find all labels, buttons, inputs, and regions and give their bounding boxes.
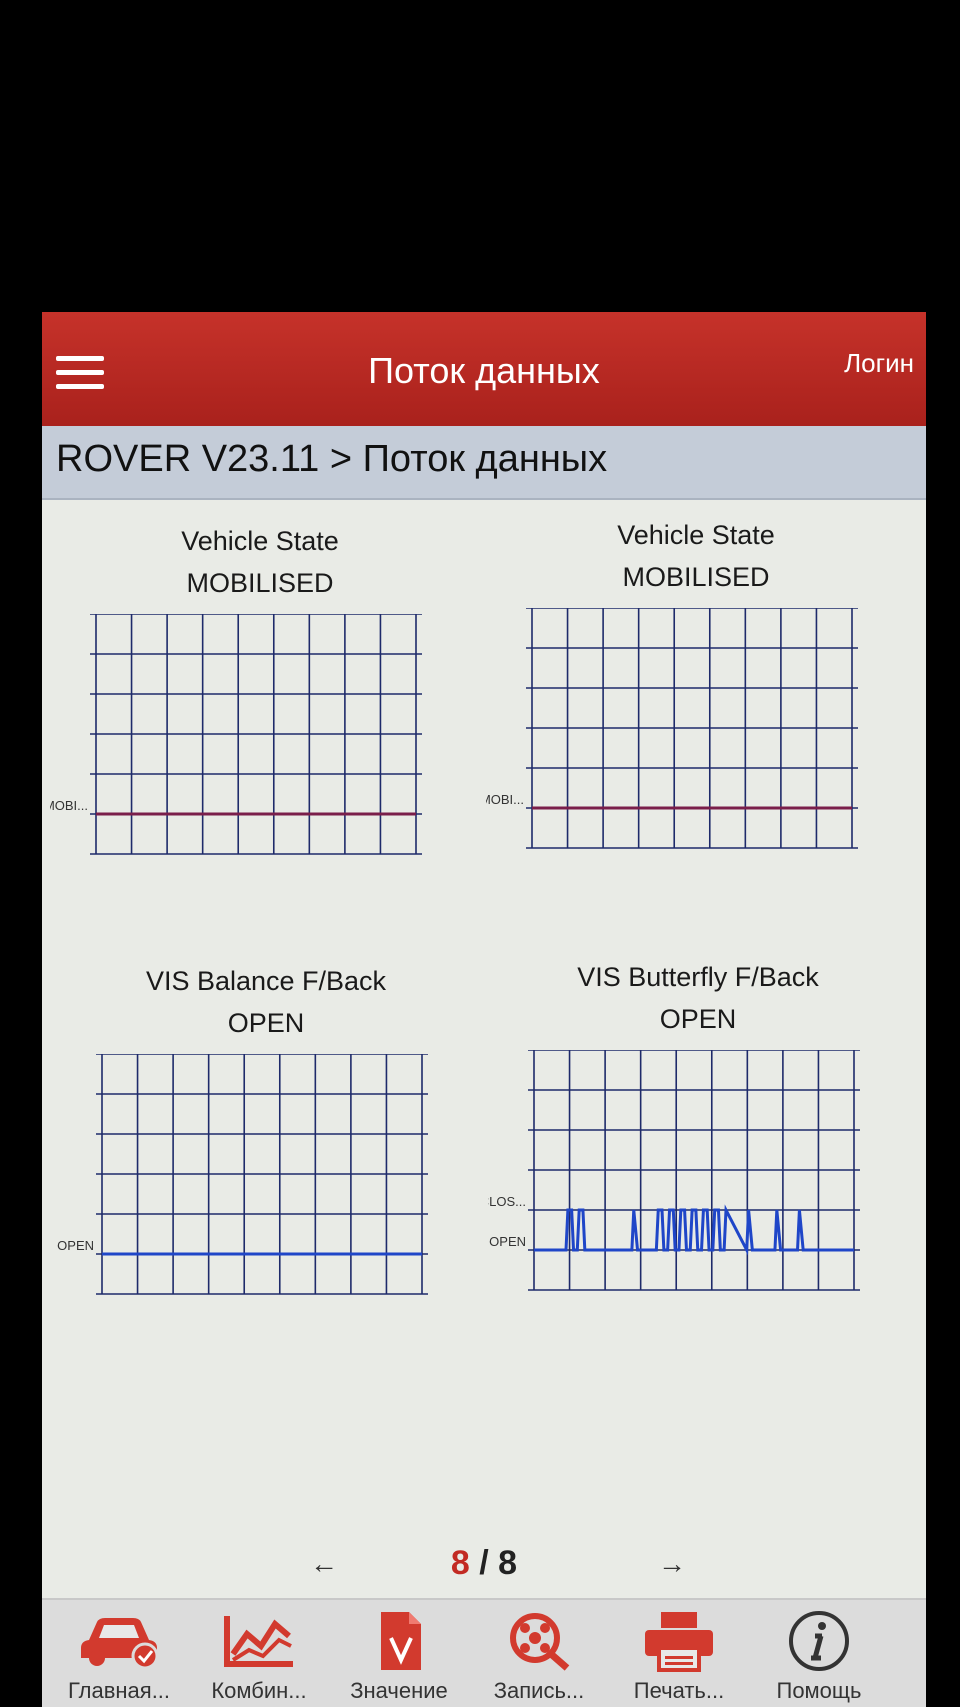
login-button[interactable]: Логин [844, 348, 914, 379]
y-tick-label: MOBI... [486, 792, 524, 807]
x-tick-label: 140 [137, 1303, 161, 1304]
chart-title: VIS Balance F/Back [145, 966, 387, 996]
chart-title: VIS Butterfly F/Back [577, 962, 819, 992]
top-bar: Поток данных Логин [42, 312, 926, 426]
nav-label: Значение [350, 1678, 448, 1703]
document-icon [381, 1612, 421, 1670]
chart-icon [224, 1616, 293, 1667]
car-icon [81, 1618, 159, 1670]
chart-plot: 140 180 220 260 OPEN [57, 1054, 428, 1304]
y-tick-label: CLOS... [488, 1194, 526, 1209]
chart-value: OPEN [659, 1004, 737, 1034]
breadcrumb: ROVER V23.11 > Поток данных [42, 426, 926, 500]
printer-icon [645, 1612, 713, 1672]
series-line [534, 1204, 854, 1256]
x-tick-label: 260 [363, 1303, 387, 1304]
page-separator: / [469, 1544, 499, 1582]
page-title: Поток данных [368, 350, 600, 391]
nav-value[interactable]: Значение [330, 1610, 468, 1704]
nav-print[interactable]: Печать... [610, 1610, 748, 1704]
info-icon [789, 1611, 849, 1671]
chart-title: Vehicle State [617, 520, 775, 550]
chart-value: OPEN [227, 1008, 305, 1038]
x-tick-label: 260 [793, 857, 817, 858]
app-screen: Поток данных Логин ROVER V23.11 > Поток … [42, 312, 926, 1707]
x-tick-label: 180 [207, 863, 231, 864]
nav-label: Печать... [633, 1678, 725, 1703]
nav-help[interactable]: Помощь [750, 1610, 888, 1704]
x-tick-label: 180 [645, 1299, 669, 1300]
bottom-nav: Главная... Комбин... Значение Запись... … [42, 1598, 926, 1707]
x-tick-label: 260 [357, 863, 381, 864]
nav-label: Комбин... [211, 1678, 307, 1703]
x-tick-label: 220 [718, 857, 742, 858]
x-tick-label: 220 [720, 1299, 744, 1300]
chart-plot: 140 180 220 260 MOBI... [50, 614, 422, 864]
chart-vis-butterfly: VIS Butterfly F/Back OPEN 140 180 220 260 OP… [488, 962, 908, 1302]
nav-label: Главная... [67, 1678, 171, 1703]
x-tick-label: 140 [567, 857, 591, 858]
x-tick-label: 140 [131, 863, 155, 864]
nav-label: Помощь [776, 1678, 862, 1703]
chart-vehicle-state-2: Vehicle State MOBILISED 140 180 220 260 MOBI… [486, 520, 906, 860]
chart-value: MOBILISED [622, 562, 770, 592]
x-tick-label: 220 [288, 1303, 312, 1304]
x-tick-label: 180 [643, 857, 667, 858]
y-tick-label: OPEN [489, 1234, 526, 1249]
x-tick-label: 220 [282, 863, 306, 864]
x-tick-label: 180 [213, 1303, 237, 1304]
pager: ← 8 / 8 → [42, 1542, 926, 1592]
chart-title: Vehicle State [181, 526, 339, 556]
record-icon [510, 1613, 570, 1671]
nav-home[interactable]: Главная... [50, 1610, 188, 1704]
page-indicator: 8 / 8 [42, 1544, 926, 1583]
nav-record[interactable]: Запись... [470, 1610, 608, 1704]
nav-combine[interactable]: Комбин... [190, 1610, 328, 1704]
x-tick-label: 260 [795, 1299, 819, 1300]
chart-plot: 140 180 220 260 MOBI... [486, 608, 858, 858]
page-current: 8 [450, 1544, 470, 1582]
chart-vehicle-state-1: Vehicle State MOBILISED 140 180 220 260 MOBI… [50, 526, 470, 866]
y-tick-label: OPEN [57, 1238, 94, 1253]
breadcrumb-text: ROVER V23.11 > Поток данных [56, 438, 608, 480]
chart-value: MOBILISED [186, 568, 334, 598]
x-tick-label: 140 [569, 1299, 593, 1300]
chart-vis-balance: VIS Balance F/Back OPEN 140 180 220 260 OPEN [56, 966, 476, 1306]
next-page-icon[interactable]: → [658, 1548, 686, 1580]
page-total: 8 [498, 1544, 518, 1582]
chart-plot: 140 180 220 260 OPEN CLOS... [488, 1050, 860, 1300]
y-tick-label: MOBI... [50, 798, 88, 813]
nav-label: Запись... [493, 1678, 585, 1703]
